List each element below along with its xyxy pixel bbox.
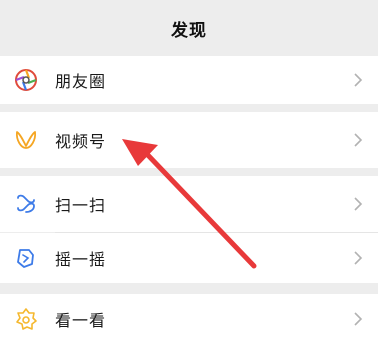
page-title: 发现	[171, 20, 207, 41]
menu-item-label: 看一看	[55, 310, 107, 330]
menu-item-top-stories[interactable]: 看一看	[0, 294, 378, 343]
scan-icon	[17, 194, 35, 213]
chevron-right-icon	[354, 73, 363, 87]
menu-item-scan[interactable]: 扫一扫	[0, 176, 378, 232]
channels-icon	[15, 131, 37, 149]
moments-icon	[15, 69, 37, 91]
menu-item-label: 视频号	[55, 132, 107, 151]
menu-item-moments[interactable]: 朋友圈	[0, 56, 378, 104]
chevron-right-icon	[354, 311, 363, 326]
shake-icon	[17, 249, 34, 268]
menu-item-label: 朋友圈	[55, 72, 107, 91]
top-stories-icon	[16, 307, 37, 330]
menu-item-shake[interactable]: 摇一摇	[0, 233, 378, 283]
menu-item-channels[interactable]: 视频号	[0, 112, 378, 168]
menu-item-label: 摇一摇	[55, 250, 107, 269]
chevron-right-icon	[354, 197, 363, 211]
top-header: 发现	[0, 0, 378, 56]
chevron-right-icon	[354, 251, 363, 265]
menu-item-label: 扫一扫	[55, 196, 107, 215]
chevron-right-icon	[354, 133, 363, 147]
